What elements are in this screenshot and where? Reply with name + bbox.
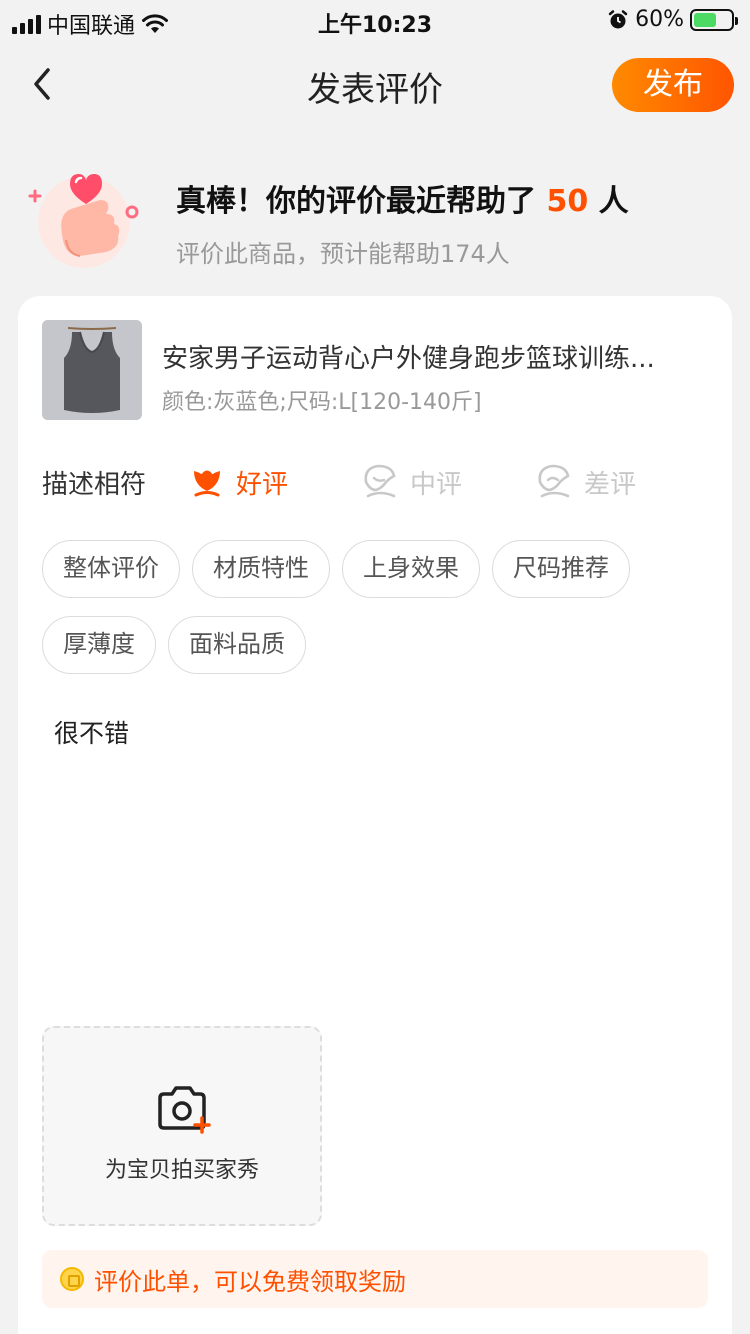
help-title-suffix: 人 <box>598 184 629 219</box>
battery-fill <box>694 12 716 27</box>
status-bar: 中国联通 上午10:23 60% <box>0 0 750 40</box>
rating-good-option[interactable]: 好评 <box>188 460 288 504</box>
reward-text: 评价此单，可以免费领取奖励 <box>94 1267 406 1296</box>
rating-bad-label: 差评 <box>584 469 637 500</box>
rating-good-label: 好评 <box>236 469 289 500</box>
flower-icon <box>194 470 220 497</box>
add-photo-button[interactable]: 为宝贝拍买家秀 <box>42 1026 322 1226</box>
battery-percent: 60% <box>635 7 684 32</box>
tag-material[interactable]: 材质特性 <box>192 540 330 598</box>
help-title: 真棒！你的评价最近帮助了 50 人 <box>176 176 629 220</box>
add-photo-label: 为宝贝拍买家秀 <box>104 1158 259 1183</box>
coin-icon <box>60 1267 84 1291</box>
tag-fabric[interactable]: 面料品质 <box>168 616 306 674</box>
battery-icon <box>690 8 738 31</box>
review-card: 安家男子运动背心户外健身跑步篮球训练... 颜色:灰蓝色;尺码:L[120-14… <box>18 296 732 1334</box>
product-spec: 颜色:灰蓝色;尺码:L[120-140斤] <box>162 390 482 415</box>
tank-top-image <box>42 320 142 420</box>
tag-fit[interactable]: 上身效果 <box>342 540 480 598</box>
rating-label: 描述相符 <box>42 470 147 500</box>
publish-button[interactable]: 发布 <box>612 58 734 112</box>
wilted-flower-icon <box>538 464 570 498</box>
status-right: 60% <box>607 7 738 32</box>
product-name[interactable]: 安家男子运动背心户外健身跑步篮球训练... <box>162 338 712 375</box>
product-thumbnail <box>42 320 142 420</box>
rating-mid-label: 中评 <box>410 469 463 500</box>
review-textarea[interactable]: 很不错 <box>54 714 129 750</box>
help-subtitle: 评价此商品，预计能帮助174人 <box>176 240 510 268</box>
heart-hand-icon <box>28 174 139 268</box>
neutral-flower-icon <box>364 464 396 498</box>
help-banner: 真棒！你的评价最近帮助了 50 人 评价此商品，预计能帮助174人 <box>0 140 750 290</box>
help-count: 50 <box>546 184 589 219</box>
help-title-prefix: 真棒！你的评价最近帮助了 <box>176 184 536 219</box>
reward-banner[interactable]: 评价此单，可以免费领取奖励 <box>42 1250 708 1308</box>
camera-add-icon <box>158 1086 211 1134</box>
tag-size[interactable]: 尺码推荐 <box>492 540 630 598</box>
rating-bad-option[interactable]: 差评 <box>534 460 636 504</box>
nav-bar: 发表评价 发布 <box>0 40 750 128</box>
alarm-icon <box>608 9 628 28</box>
tag-overall[interactable]: 整体评价 <box>42 540 180 598</box>
rating-row: 描述相符 好评 中评 差评 <box>42 460 702 504</box>
tag-thickness[interactable]: 厚薄度 <box>42 616 156 674</box>
tag-list: 整体评价 材质特性 上身效果 尺码推荐 厚薄度 面料品质 <box>42 540 712 674</box>
rating-mid-option[interactable]: 中评 <box>360 460 462 504</box>
